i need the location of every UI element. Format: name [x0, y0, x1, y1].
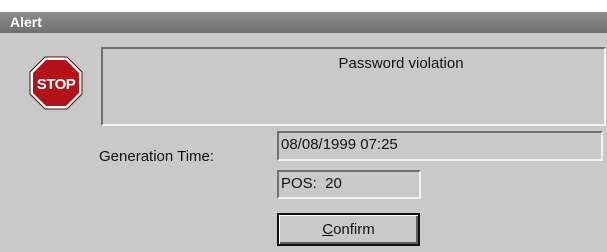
window-title: Alert — [10, 14, 42, 30]
confirm-button-accelerator: C — [322, 221, 334, 238]
confirm-button-label: onfirm — [333, 221, 375, 238]
generation-time-value: 08/08/1999 07:25 — [281, 136, 398, 153]
message-box: Password violation — [101, 47, 606, 126]
stop-icon: STOP — [29, 56, 83, 110]
confirm-button[interactable]: Confirm — [277, 213, 420, 246]
generation-time-field: 08/08/1999 07:25 — [277, 131, 603, 161]
pos-field: POS: 20 — [277, 170, 421, 199]
title-bar[interactable]: Alert — [0, 12, 607, 33]
pos-value: POS: 20 — [281, 175, 342, 192]
alert-window: Alert STOP Password violation Generation… — [0, 12, 607, 252]
generation-time-label: Generation Time: — [99, 148, 215, 165]
message-text: Password violation — [338, 55, 464, 72]
stop-icon-text: STOP — [37, 76, 76, 93]
